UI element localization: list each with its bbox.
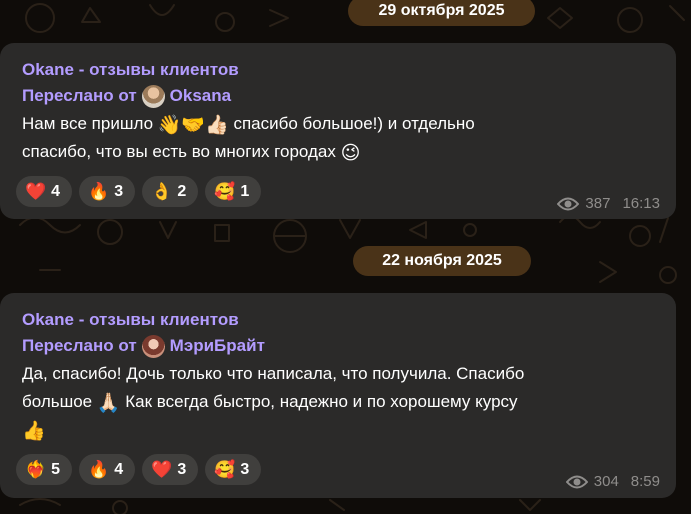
view-count: 304: [593, 473, 619, 490]
date-separator: 29 октября 2025: [348, 0, 535, 26]
reaction-count: 4: [114, 460, 124, 478]
reaction-heart[interactable]: ❤️ 4: [16, 176, 73, 207]
channel-name[interactable]: Okane - отзывы клиентов: [22, 57, 676, 82]
emoji-wink: 😉: [340, 143, 361, 164]
message-time: 8:59: [630, 473, 660, 490]
forwarded-header[interactable]: Переслано от МэриБрайт: [22, 332, 676, 360]
forwarded-from-name[interactable]: МэриБрайт: [170, 332, 265, 360]
reaction-fire[interactable]: 🔥 3: [79, 176, 136, 207]
ok-hand-icon: 👌: [151, 181, 173, 201]
emoji-folded-hands: 🙏🏻: [96, 393, 121, 414]
reactions-bar: ❤️‍🔥 5 🔥 4 ❤️ 3 🥰 3: [16, 454, 262, 485]
message-text: Да, спасибо! Дочь только что написала, ч…: [22, 364, 525, 442]
reactions-bar: ❤️ 4 🔥 3 👌 2 🥰 1: [16, 176, 262, 207]
message-meta: 304 8:59: [565, 473, 660, 490]
reaction-count: 2: [177, 182, 187, 200]
fire-icon: 🔥: [88, 181, 110, 201]
reaction-smiling-hearts[interactable]: 🥰 1: [205, 176, 262, 207]
eye-icon: [557, 197, 580, 210]
message-bubble[interactable]: Okane - отзывы клиентов Переслано от Oks…: [0, 43, 676, 219]
forwarded-prefix: Переслано от: [22, 336, 137, 355]
reaction-count: 4: [51, 182, 61, 200]
message-meta: 387 16:13: [557, 195, 660, 212]
forwarded-header[interactable]: Переслано от Oksana: [22, 82, 676, 110]
message-bubble[interactable]: Okane - отзывы клиентов Переслано от Мэр…: [0, 293, 676, 498]
reaction-count: 5: [51, 460, 61, 478]
view-count: 387: [585, 195, 611, 212]
reaction-count: 1: [240, 182, 250, 200]
message-time: 16:13: [622, 195, 660, 212]
message-text: Нам все пришло 👋🤝👍🏻 спасибо большое!) и …: [22, 114, 475, 164]
fire-icon: 🔥: [88, 459, 110, 479]
forwarded-prefix: Переслано от: [22, 86, 137, 105]
eye-icon: [565, 475, 588, 488]
user-avatar-icon[interactable]: [141, 84, 165, 108]
smiling-face-hearts-icon: 🥰: [214, 459, 236, 479]
reaction-heart[interactable]: ❤️ 3: [142, 454, 199, 485]
reaction-ok-hand[interactable]: 👌 2: [142, 176, 199, 207]
reaction-count: 3: [240, 460, 250, 478]
reaction-smiling-hearts[interactable]: 🥰 3: [205, 454, 262, 485]
smiling-face-hearts-icon: 🥰: [214, 181, 236, 201]
reaction-heart-on-fire[interactable]: ❤️‍🔥 5: [16, 454, 73, 485]
emoji-thumbs-up: 👍: [22, 421, 46, 442]
user-avatar-icon[interactable]: [141, 334, 165, 358]
date-separator: 22 ноября 2025: [353, 246, 531, 276]
forwarded-from-name[interactable]: Oksana: [170, 82, 231, 110]
reaction-fire[interactable]: 🔥 4: [79, 454, 136, 485]
channel-name[interactable]: Okane - отзывы клиентов: [22, 307, 676, 332]
emoji-wave-handshake-thumbsup: 👋🤝👍🏻: [157, 115, 229, 136]
reaction-count: 3: [114, 182, 124, 200]
reaction-count: 3: [177, 460, 187, 478]
heart-icon: ❤️: [151, 459, 173, 479]
heart-icon: ❤️: [25, 181, 47, 201]
heart-on-fire-icon: ❤️‍🔥: [25, 459, 47, 479]
